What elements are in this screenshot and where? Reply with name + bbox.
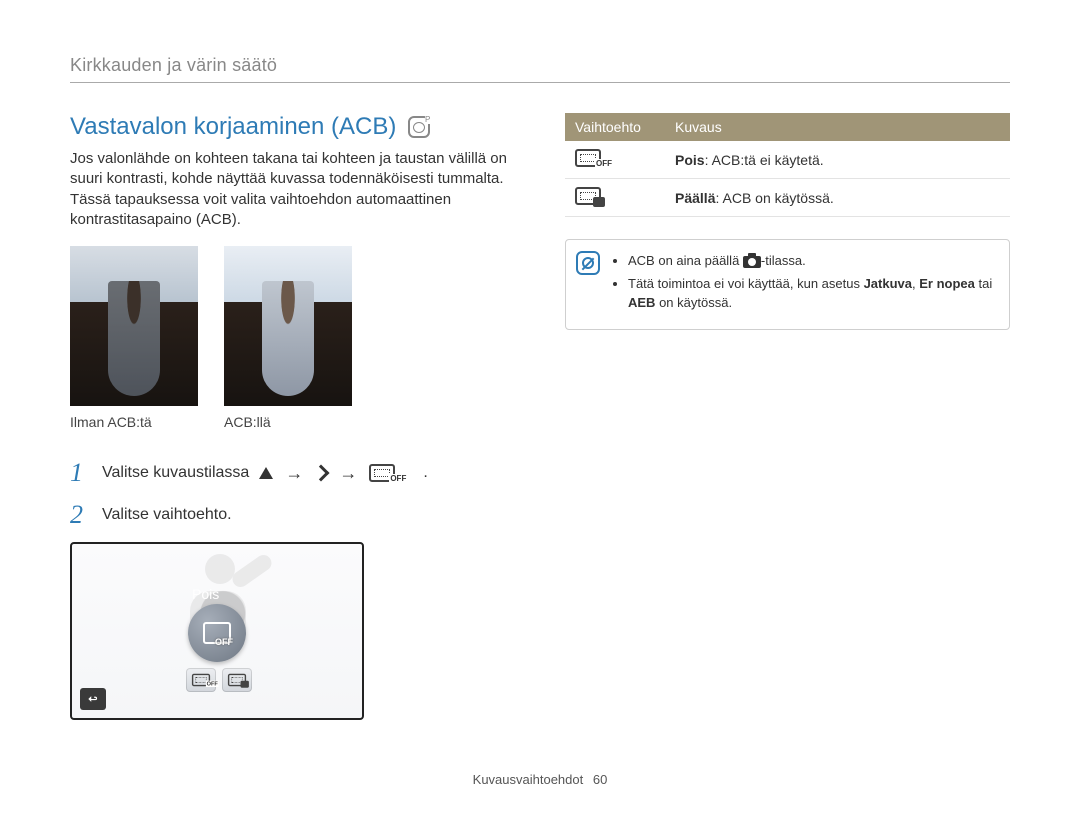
acb-off-icon (575, 149, 601, 167)
acb-off-icon (369, 464, 395, 482)
selected-option-label: Pois (192, 586, 219, 602)
page-title: Vastavalon korjaaminen (ACB) (70, 113, 396, 141)
note-icon (576, 251, 600, 275)
menu-up-icon (259, 467, 273, 479)
step-1: 1 Valitse kuvaustilassa → → . (70, 458, 515, 488)
note-item: ACB on aina päällä -tilassa. (628, 252, 995, 271)
acb-on-thumb-icon (222, 668, 252, 692)
caption-with-acb: ACB:llä (224, 414, 352, 430)
arrow-icon: → (283, 463, 305, 484)
smart-auto-icon (743, 256, 761, 268)
note-strong: Jatkuva (864, 276, 912, 291)
options-table: Vaihtoehto Kuvaus Pois: ACB:tä ei käytet… (565, 113, 1010, 217)
note-item: Tätä toimintoa ei voi käyttää, kun asetu… (628, 275, 995, 313)
note-strong: AEB (628, 295, 655, 310)
camera-screen-illustration: Pois (70, 542, 364, 720)
program-mode-icon: P (408, 116, 430, 138)
caption-without-acb: Ilman ACB:tä (70, 414, 198, 430)
step-2: 2 Valitse vaihtoehto. (70, 500, 515, 530)
note-text: Tätä toimintoa ei voi käyttää, kun asetu… (628, 276, 864, 291)
note-text: tai (975, 276, 992, 291)
table-row: Päällä: ACB on käytössä. (565, 179, 1010, 217)
acb-off-selected-icon (188, 604, 246, 662)
photo-without-acb (70, 246, 198, 406)
option-desc: : ACB:tä ei käytetä. (705, 152, 824, 168)
col-header-option: Vaihtoehto (565, 113, 665, 141)
acb-off-thumb-icon (186, 668, 216, 692)
step-text: Valitse kuvaustilassa (102, 464, 249, 482)
chevron-right-icon (313, 465, 330, 482)
page-number: 60 (593, 772, 607, 787)
note-text: ACB on aina päällä (628, 253, 743, 268)
step-end: . (423, 464, 427, 482)
option-label: Päällä (675, 190, 715, 206)
back-button-icon (80, 688, 106, 710)
note-box: ACB on aina päällä -tilassa. Tätä toimin… (565, 239, 1010, 330)
note-text: on käytössä. (655, 295, 732, 310)
page-footer: Kuvausvaihtoehdot 60 (0, 772, 1080, 787)
note-strong: Er nopea (919, 276, 975, 291)
option-desc-cell: Pois: ACB:tä ei käytetä. (665, 141, 1010, 179)
step-text: Valitse vaihtoehto. (102, 506, 232, 524)
option-desc: : ACB on käytössä. (715, 190, 833, 206)
option-label: Pois (675, 152, 705, 168)
intro-paragraph: Jos valonlähde on kohteen takana tai koh… (70, 149, 515, 230)
option-desc-cell: Päällä: ACB on käytössä. (665, 179, 1010, 217)
col-header-desc: Kuvaus (665, 113, 1010, 141)
table-row: Pois: ACB:tä ei käytetä. (565, 141, 1010, 179)
photo-with-acb (224, 246, 352, 406)
step-number: 2 (70, 500, 92, 530)
acb-on-icon (575, 187, 601, 205)
arrow-icon: → (337, 463, 359, 484)
note-text: -tilassa. (761, 253, 806, 268)
section-header: Kirkkauden ja värin säätö (70, 55, 1010, 83)
step-number: 1 (70, 458, 92, 488)
footer-section: Kuvausvaihtoehdot (473, 772, 584, 787)
comparison-photos: Ilman ACB:tä ACB:llä (70, 246, 515, 430)
